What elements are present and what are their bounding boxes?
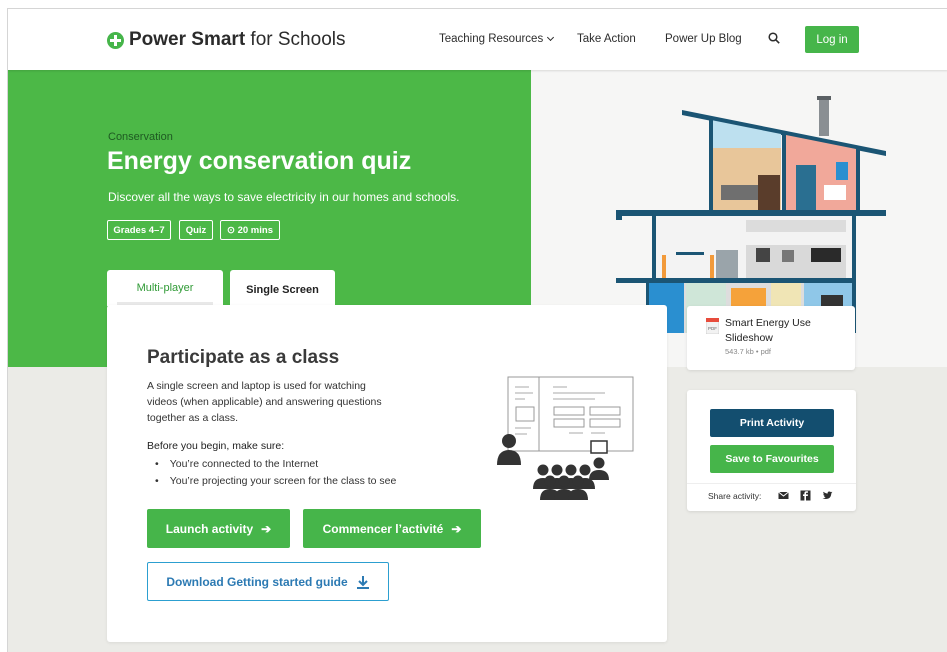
site-header: Power Smart for Schools Teaching Resourc… (8, 9, 947, 70)
logo-plug-icon (107, 31, 124, 49)
page: Power Smart for Schools Teaching Resourc… (7, 8, 947, 652)
nav-take-action[interactable]: Take Action (577, 33, 636, 45)
email-icon[interactable] (778, 490, 789, 501)
tab-multi-player[interactable]: Multi-player (107, 270, 223, 306)
svg-text:PDF: PDF (708, 326, 717, 331)
save-to-favourites-button[interactable]: Save to Favourites (710, 445, 834, 473)
checklist-item: You’re connected to the Internet (155, 456, 396, 473)
download-icon (356, 575, 369, 589)
launch-activity-button[interactable]: Launch activity ➔ (147, 509, 290, 548)
duration-tag: ⊙ 20 mins (220, 220, 280, 240)
type-tag: Quiz (179, 220, 213, 240)
nav-power-up-blog[interactable]: Power Up Blog (665, 33, 742, 45)
page-subtitle: Discover all the ways to save electricit… (108, 190, 460, 204)
activity-card: Participate as a class A single screen a… (107, 305, 667, 642)
activity-actions-card: Print Activity Save to Favourites Share … (687, 390, 856, 511)
checklist-heading: Before you begin, make sure: (147, 440, 285, 452)
grade-tag: Grades 4–7 (107, 220, 171, 240)
file-name[interactable]: Smart Energy Use Slideshow (725, 316, 835, 346)
login-button[interactable]: Log in (805, 26, 859, 53)
checklist-item: You’re projecting your screen for the cl… (155, 473, 397, 490)
launch-activity-french-button[interactable]: Commencer l’activité ➔ (303, 509, 481, 548)
file-meta: 543.7 kb • pdf (725, 347, 771, 356)
classroom-presentation-illustration (497, 376, 634, 500)
chevron-down-icon (547, 33, 555, 42)
logo-text: Power Smart for Schools (129, 29, 346, 50)
tab-single-screen[interactable]: Single Screen (230, 270, 335, 310)
print-activity-button[interactable]: Print Activity (710, 409, 834, 437)
card-title: Participate as a class (147, 347, 340, 368)
checklist: You’re connected to the Internet You’re … (155, 456, 397, 490)
resource-file-card[interactable]: PDF Smart Energy Use Slideshow 543.7 kb … (687, 306, 855, 370)
arrow-right-icon: ➔ (451, 521, 462, 536)
nav-teaching-resources[interactable]: Teaching Resources (439, 33, 555, 45)
arrow-right-icon: ➔ (261, 521, 272, 536)
share-label: Share activity: (708, 491, 762, 501)
twitter-icon[interactable] (822, 490, 833, 501)
site-logo[interactable]: Power Smart for Schools (107, 29, 345, 51)
card-description: A single screen and laptop is used for w… (147, 380, 382, 424)
search-icon[interactable] (768, 32, 780, 44)
house-cutaway-illustration (616, 96, 886, 333)
facebook-icon[interactable] (800, 490, 811, 501)
category-label[interactable]: Conservation (108, 131, 173, 143)
page-title: Energy conservation quiz (107, 147, 412, 175)
divider (687, 483, 856, 484)
pdf-file-icon: PDF (706, 318, 719, 334)
download-guide-button[interactable]: Download Getting started guide (147, 562, 389, 601)
